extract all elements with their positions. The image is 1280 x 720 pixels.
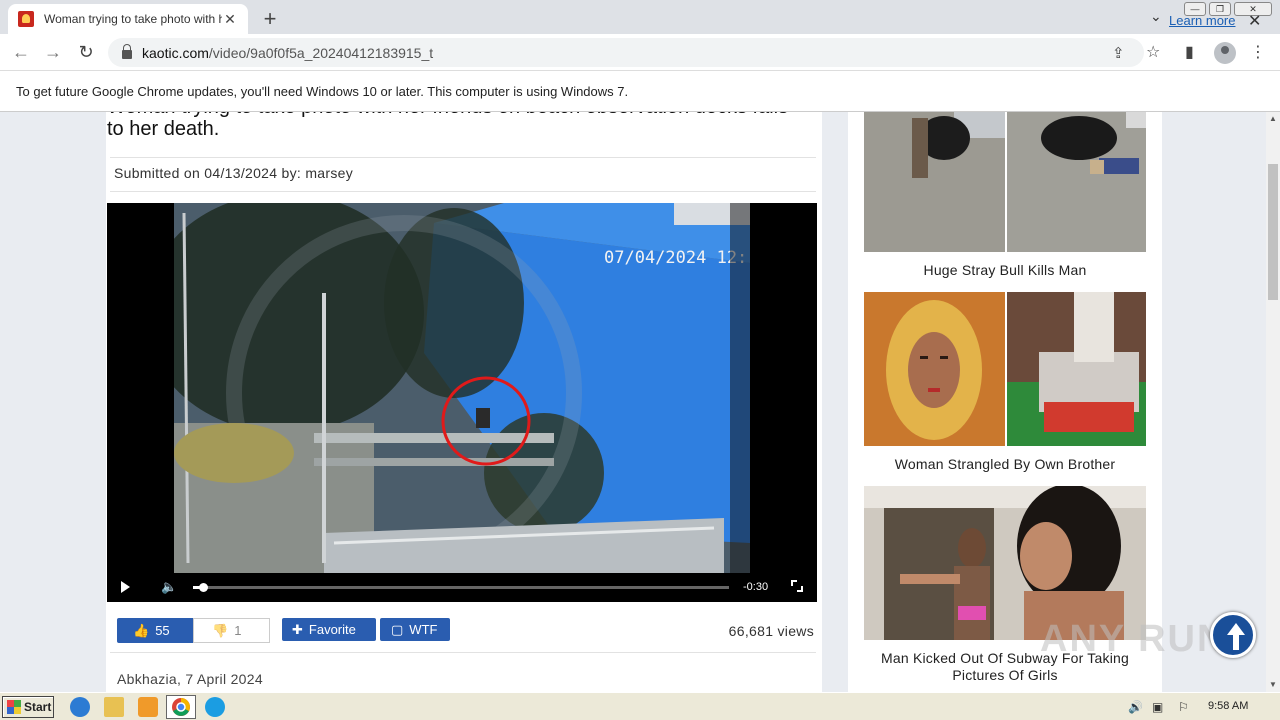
- internet-explorer-icon[interactable]: [70, 697, 90, 717]
- submitted-date: Submitted on 04/13/2024 by:: [114, 165, 302, 181]
- bookmark-star-icon[interactable]: ☆: [1146, 42, 1160, 62]
- video-location: Abkhazia, 7 April 2024: [117, 671, 263, 687]
- tab-close-icon[interactable]: ✕: [222, 11, 238, 28]
- favorite-button[interactable]: ✚ Favorite: [282, 618, 376, 641]
- windows-logo-icon: [7, 700, 21, 714]
- related-video-card[interactable]: Woman Strangled By Own Brother: [864, 292, 1146, 473]
- fullscreen-icon[interactable]: [791, 580, 803, 592]
- remaining-time: -0:30: [743, 581, 769, 593]
- video-timestamp-overlay: 07/04/2024 12:: [604, 248, 747, 268]
- address-bar[interactable]: kaotic.com/video/9a0f0f5a_20240412183915…: [108, 38, 1144, 67]
- back-arrow-icon[interactable]: ←: [10, 42, 32, 63]
- file-explorer-icon[interactable]: [104, 697, 124, 717]
- learn-more-link[interactable]: Learn more: [1169, 13, 1235, 28]
- thumbs-down-icon: 👎: [212, 622, 229, 638]
- media-player-icon[interactable]: [138, 697, 158, 717]
- related-video-thumbnail[interactable]: [864, 292, 1146, 446]
- divider: [110, 157, 816, 158]
- action-center-flag-icon[interactable]: ⚐: [1178, 700, 1189, 714]
- related-video-card[interactable]: Huge Stray Bull Kills Man: [864, 112, 1146, 279]
- video-progress-bar[interactable]: [193, 583, 729, 592]
- play-icon[interactable]: [121, 581, 130, 593]
- author-link[interactable]: marsey: [305, 165, 353, 181]
- like-button[interactable]: 👍 55: [117, 618, 193, 643]
- square-icon: ▢: [391, 621, 404, 637]
- main-content: Woman trying to take photo with her frie…: [106, 112, 822, 692]
- volume-tray-icon[interactable]: 🔊: [1128, 700, 1143, 714]
- tab-search-chevron-icon[interactable]: ⌄: [1150, 8, 1162, 25]
- profile-avatar-icon[interactable]: [1214, 42, 1236, 64]
- lock-icon[interactable]: [122, 44, 132, 59]
- start-button[interactable]: Start: [2, 696, 54, 718]
- dislike-button[interactable]: 👎 1: [193, 618, 270, 643]
- scroll-to-top-icon[interactable]: [1210, 612, 1256, 658]
- volume-icon[interactable]: 🔈: [161, 579, 177, 595]
- site-favicon-icon: [18, 11, 34, 27]
- update-infobar: To get future Google Chrome updates, you…: [0, 71, 1280, 112]
- page-scrollbar[interactable]: ▲ ▼: [1266, 112, 1280, 692]
- video-controls: 🔈 -0:30: [107, 573, 817, 602]
- menu-kebab-icon[interactable]: ⋮: [1250, 42, 1266, 62]
- network-tray-icon[interactable]: ▣: [1152, 700, 1163, 714]
- tab-title: Woman trying to take photo with he: [44, 12, 222, 26]
- view-count: 66,681 views: [728, 623, 814, 639]
- new-tab-button[interactable]: +: [258, 6, 282, 32]
- video-player[interactable]: 07/04/2024 12: 🔈 -0:30: [107, 203, 817, 602]
- forward-arrow-icon[interactable]: →: [42, 42, 64, 63]
- edge-icon[interactable]: [205, 697, 225, 717]
- video-actions: 👍 55 👎 1 ✚ Favorite ▢ WTF 66,681 views: [117, 618, 817, 644]
- scrollbar-thumb[interactable]: [1268, 164, 1278, 300]
- reload-icon[interactable]: ↻: [75, 42, 97, 63]
- divider: [110, 191, 816, 192]
- related-video-title[interactable]: Huge Stray Bull Kills Man: [864, 262, 1146, 279]
- video-headline: Woman trying to take photo with her frie…: [107, 112, 788, 140]
- related-video-thumbnail[interactable]: [864, 112, 1146, 252]
- plus-icon: ✚: [292, 621, 303, 637]
- dislike-count: 1: [234, 623, 242, 638]
- browser-toolbar: ← → ↻ kaotic.com/video/9a0f0f5a_20240412…: [0, 34, 1280, 71]
- chrome-icon: [172, 698, 190, 716]
- submission-info: Submitted on 04/13/2024 by: marsey: [114, 165, 353, 181]
- divider: [110, 652, 816, 653]
- infobar-message: To get future Google Chrome updates, you…: [16, 83, 629, 99]
- wtf-button[interactable]: ▢ WTF: [380, 618, 450, 641]
- thumbs-up-icon: 👍: [133, 622, 150, 638]
- progress-handle[interactable]: [199, 583, 208, 592]
- page-viewport: Woman trying to take photo with her frie…: [0, 112, 1266, 692]
- anyrun-watermark: ANY RUN: [1040, 612, 1262, 662]
- wtf-label: WTF: [409, 622, 438, 637]
- video-still-image: 07/04/2024 12:: [174, 203, 750, 573]
- start-label: Start: [24, 700, 52, 714]
- windows-taskbar: Start 🔊 ▣ ⚐ 9:58 AM: [0, 692, 1280, 720]
- infobar-close-icon[interactable]: ✕: [1248, 11, 1261, 31]
- browser-tab[interactable]: Woman trying to take photo with he ✕: [8, 4, 248, 34]
- scroll-up-icon[interactable]: ▲: [1269, 114, 1277, 123]
- scroll-down-icon[interactable]: ▼: [1269, 680, 1277, 689]
- related-video-title[interactable]: Woman Strangled By Own Brother: [864, 456, 1146, 473]
- chrome-taskbar-button[interactable]: [166, 695, 196, 719]
- watermark-text: ANY RUN: [1040, 618, 1227, 660]
- url-text: kaotic.com/video/9a0f0f5a_20240412183915…: [142, 44, 434, 61]
- related-videos-sidebar: Huge Stray Bull Kills Man Woman Strangle…: [848, 112, 1162, 692]
- share-icon[interactable]: ⇪: [1112, 44, 1125, 62]
- video-frame: 07/04/2024 12:: [174, 203, 750, 573]
- taskbar-clock[interactable]: 9:58 AM: [1208, 700, 1248, 712]
- like-count: 55: [155, 623, 170, 638]
- tab-strip: Woman trying to take photo with he ✕ + ⌄…: [0, 0, 1280, 34]
- favorite-label: Favorite: [308, 622, 356, 637]
- side-panel-icon[interactable]: ▮: [1185, 42, 1194, 62]
